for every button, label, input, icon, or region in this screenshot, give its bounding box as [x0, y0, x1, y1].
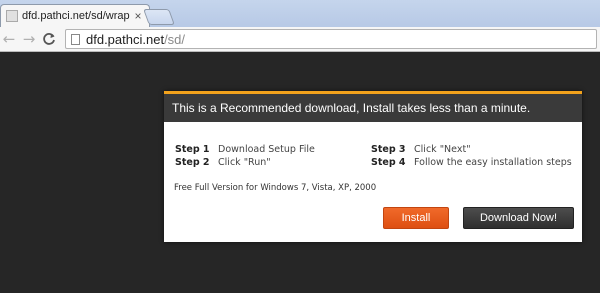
- download-now-button[interactable]: Download Now!: [463, 207, 574, 229]
- reload-icon[interactable]: [40, 29, 58, 49]
- step-3: Step 3 Click "Next": [371, 144, 571, 155]
- tab-strip: dfd.pathci.net/sd/wrap-0.0 ×: [0, 0, 600, 27]
- forward-arrow-icon[interactable]: →: [20, 29, 38, 49]
- step-number: Step 1: [175, 144, 210, 155]
- page-favicon-icon: [6, 10, 18, 22]
- tab-title: dfd.pathci.net/sd/wrap-0.0: [22, 10, 130, 22]
- download-dialog: This is a Recommended download, Install …: [164, 91, 582, 242]
- new-tab-button[interactable]: [143, 9, 175, 25]
- step-text: Download Setup File: [218, 144, 315, 155]
- step-number: Step 3: [371, 144, 406, 155]
- url-text: dfd.pathci.net/sd/: [86, 32, 185, 47]
- dialog-header: This is a Recommended download, Install …: [164, 91, 582, 122]
- free-version-text: Free Full Version for Windows 7, Vista, …: [174, 183, 377, 193]
- step-number: Step 4: [371, 157, 406, 168]
- browser-tab[interactable]: dfd.pathci.net/sd/wrap-0.0 ×: [0, 4, 150, 27]
- browser-toolbar: ← → dfd.pathci.net/sd/: [0, 27, 600, 52]
- step-1: Step 1 Download Setup File: [175, 144, 375, 155]
- step-text: Click "Next": [414, 144, 471, 155]
- step-text: Click "Run": [218, 157, 271, 168]
- install-button[interactable]: Install: [383, 207, 449, 229]
- address-bar[interactable]: dfd.pathci.net/sd/: [65, 29, 597, 49]
- url-path: /sd/: [164, 31, 186, 47]
- step-4: Step 4 Follow the easy installation step…: [371, 157, 572, 168]
- page-icon: [71, 33, 80, 45]
- url-host: dfd.pathci.net: [86, 31, 165, 47]
- step-number: Step 2: [175, 157, 210, 168]
- back-arrow-icon[interactable]: ←: [0, 29, 18, 49]
- step-2: Step 2 Click "Run": [175, 157, 375, 168]
- step-text: Follow the easy installation steps: [414, 157, 572, 168]
